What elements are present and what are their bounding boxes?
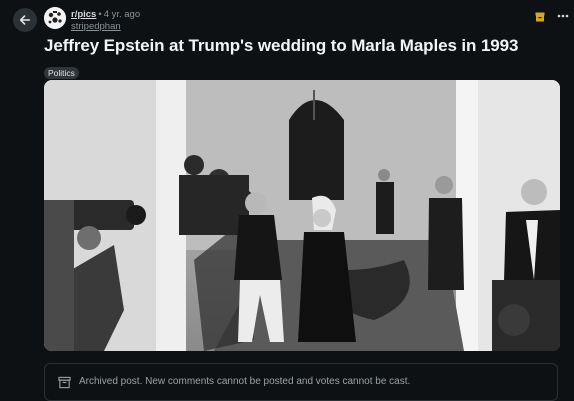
post-age: 4 yr. ago — [103, 9, 141, 20]
meta-separator: • — [98, 9, 102, 20]
archived-notice-text: Archived post. New comments cannot be po… — [79, 376, 411, 387]
subreddit-avatar[interactable] — [44, 7, 66, 29]
back-button[interactable] — [13, 8, 37, 32]
arrow-left-icon — [19, 15, 31, 25]
post-image[interactable] — [44, 80, 560, 351]
archive-icon — [535, 12, 545, 22]
post-flair[interactable]: Politics — [44, 67, 79, 79]
archived-notice: Archived post. New comments cannot be po… — [44, 363, 558, 401]
archive-box-icon — [58, 376, 71, 389]
more-horizontal-icon[interactable] — [556, 9, 570, 23]
author-link[interactable]: stripedphan — [71, 21, 140, 32]
subreddit-link[interactable]: r/pics — [71, 9, 96, 20]
post-meta: r/pics • 4 yr. ago stripedphan — [71, 9, 140, 32]
post-title[interactable]: Jeffrey Epstein at Trump's wedding to Ma… — [44, 36, 518, 56]
